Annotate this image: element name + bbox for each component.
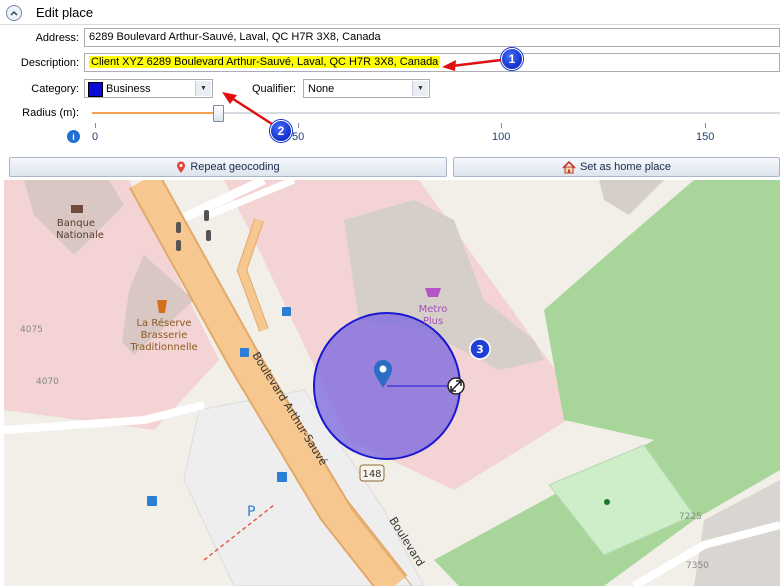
- charging-station-icon: [277, 472, 287, 482]
- radius-slider-fill: [92, 112, 218, 114]
- dropdown-arrow-icon[interactable]: ▼: [412, 81, 428, 96]
- metro-label-2: Plus: [423, 316, 443, 327]
- metro-label: Metro: [419, 304, 448, 315]
- bank-label-2: Nationale: [56, 230, 104, 241]
- bank-icon: [71, 205, 83, 213]
- parking-label: P: [247, 504, 255, 520]
- charging-station-icon: [147, 496, 157, 506]
- category-value: Business: [106, 83, 151, 95]
- callout-arrow-1: [442, 58, 502, 71]
- slider-tick: [298, 123, 299, 128]
- playground-icon: [604, 499, 610, 505]
- radius-tick-label: 50: [292, 131, 305, 143]
- description-label: Description:: [20, 57, 79, 69]
- house-number: 4070: [36, 377, 59, 387]
- qualifier-select[interactable]: None ▼: [303, 79, 430, 98]
- traffic-light-icon: [204, 210, 209, 221]
- brasserie-label-2: Brasserie: [141, 330, 188, 341]
- panel-title: Edit place: [36, 5, 94, 20]
- callout-arrow-2: [222, 92, 273, 126]
- slider-tick: [95, 123, 96, 128]
- callout-badge-3: 3: [476, 343, 484, 356]
- address-label: Address:: [35, 32, 79, 44]
- bank-label: Banque: [57, 218, 95, 229]
- repeat-geocoding-label: Repeat geocoding: [190, 161, 280, 173]
- collapse-button[interactable]: [6, 5, 22, 21]
- house-number: 4075: [20, 325, 43, 335]
- chevron-up-icon: [10, 10, 18, 16]
- traffic-light-icon: [176, 222, 181, 233]
- callout-badge-1: 1: [501, 48, 523, 70]
- dropdown-arrow-icon[interactable]: ▼: [195, 81, 211, 96]
- description-value: Client XYZ 6289 Boulevard Arthur-Sauvé, …: [89, 56, 441, 68]
- route-number: 148: [362, 469, 381, 480]
- qualifier-value: None: [308, 83, 335, 95]
- set-home-place-button[interactable]: Set as home place: [453, 157, 780, 177]
- description-field[interactable]: Client XYZ 6289 Boulevard Arthur-Sauvé, …: [84, 53, 780, 72]
- address-field[interactable]: 6289 Boulevard Arthur-Sauvé, Laval, QC H…: [84, 28, 780, 47]
- brasserie-label-3: Traditionnelle: [129, 342, 197, 353]
- slider-tick: [501, 123, 502, 128]
- map-pin-icon: [177, 161, 186, 173]
- category-label: Category:: [31, 83, 79, 95]
- slider-tick: [705, 123, 706, 128]
- map-canvas[interactable]: Banque Nationale La Réserve Brasserie Tr…: [4, 180, 780, 586]
- radius-tick-label: 100: [492, 131, 511, 143]
- address-value: 6289 Boulevard Arthur-Sauvé, Laval, QC H…: [89, 31, 381, 43]
- bus-stop-icon: [240, 348, 249, 357]
- set-home-place-label: Set as home place: [579, 161, 672, 173]
- map-view[interactable]: Banque Nationale La Réserve Brasserie Tr…: [4, 180, 780, 586]
- info-icon[interactable]: i: [67, 130, 80, 143]
- traffic-light-icon: [176, 240, 181, 251]
- category-select[interactable]: Business ▼: [84, 79, 213, 98]
- repeat-geocoding-button[interactable]: Repeat geocoding: [9, 157, 447, 177]
- brasserie-label: La Réserve: [136, 317, 191, 329]
- house-number: 7225: [679, 512, 702, 522]
- radius-label: Radius (m):: [22, 107, 79, 119]
- category-color-swatch: [88, 82, 103, 97]
- park-area: [544, 180, 780, 440]
- home-icon: [562, 160, 576, 173]
- location-pin-dot: [379, 365, 387, 373]
- traffic-light-icon: [206, 230, 211, 241]
- house-number: 7350: [686, 561, 709, 571]
- radius-tick-label: 0: [92, 131, 99, 143]
- radius-tick-label: 150: [696, 131, 715, 143]
- building: [599, 180, 664, 215]
- bus-stop-icon: [282, 307, 291, 316]
- edit-place-header: [0, 0, 780, 25]
